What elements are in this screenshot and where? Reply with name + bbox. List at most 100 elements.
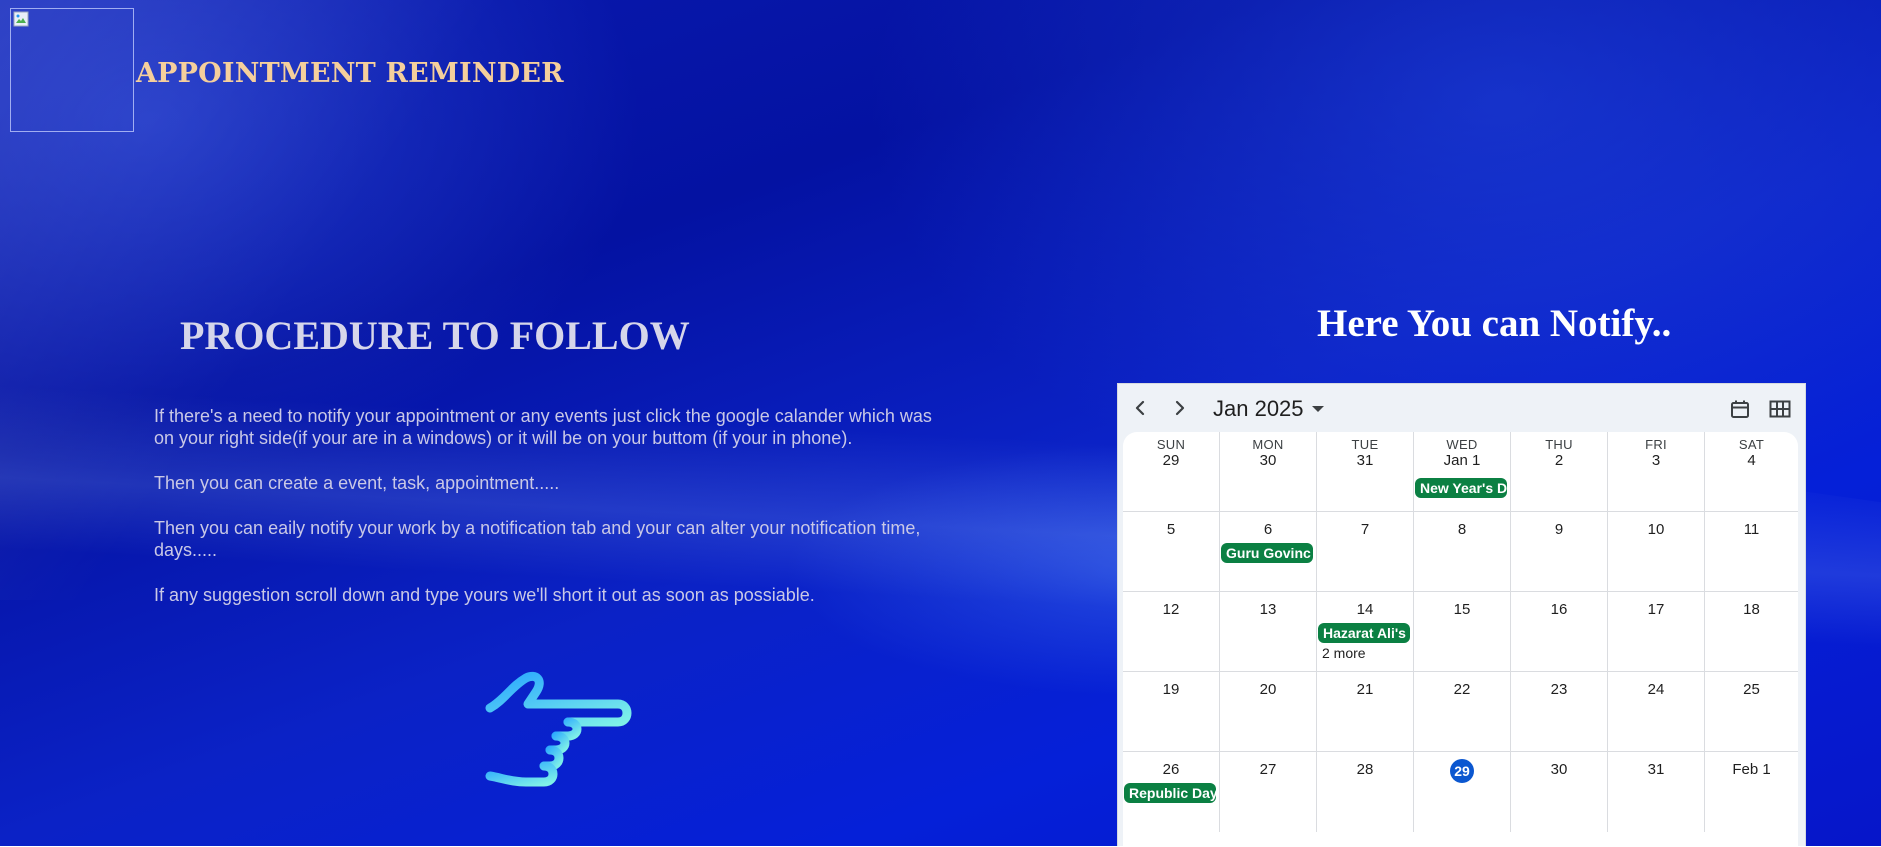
weekday-label: MON bbox=[1252, 437, 1284, 452]
procedure-paragraph: If any suggestion scroll down and type y… bbox=[154, 585, 815, 605]
chevron-left-icon bbox=[1135, 400, 1145, 416]
calendar-day-cell[interactable]: 16 bbox=[1511, 592, 1608, 671]
calendar-day-cell[interactable]: FRI 3 bbox=[1608, 432, 1705, 511]
day-number: 29 bbox=[1162, 452, 1180, 469]
calendar-week-row: 19 20 21 22 23 24 25 bbox=[1123, 672, 1798, 752]
calendar-day-cell[interactable]: 13 bbox=[1220, 592, 1317, 671]
event-chip-new-years-day[interactable]: New Year's D bbox=[1415, 478, 1507, 498]
calendar-day-cell[interactable]: 7 bbox=[1317, 512, 1414, 591]
day-number: 30 bbox=[1259, 452, 1277, 469]
event-chip-republic-day[interactable]: Republic Day bbox=[1124, 783, 1216, 803]
day-number: 17 bbox=[1647, 601, 1665, 618]
calendar-day-cell[interactable]: 19 bbox=[1123, 672, 1220, 751]
day-number: 21 bbox=[1356, 681, 1374, 698]
event-chip-guru-govind[interactable]: Guru Govinc bbox=[1221, 543, 1313, 563]
day-number: 20 bbox=[1259, 681, 1277, 698]
day-number: 2 bbox=[1554, 452, 1564, 469]
broken-image-icon bbox=[13, 11, 29, 27]
procedure-text: If there's a need to notify your appoint… bbox=[154, 405, 934, 629]
day-number: 16 bbox=[1550, 601, 1568, 618]
calendar-day-cell[interactable]: 21 bbox=[1317, 672, 1414, 751]
day-number: 14 bbox=[1356, 601, 1374, 618]
month-selector[interactable]: Jan 2025 bbox=[1213, 396, 1324, 422]
next-month-button[interactable] bbox=[1166, 396, 1194, 420]
day-number: 13 bbox=[1259, 601, 1277, 618]
procedure-paragraph: Then you can eaily notify your work by a… bbox=[154, 518, 921, 560]
day-number: 24 bbox=[1647, 681, 1665, 698]
day-number: 7 bbox=[1360, 521, 1370, 538]
page: APPOINTMENT REMINDER PROCEDURE TO FOLLOW… bbox=[0, 0, 1881, 847]
month-label: Jan 2025 bbox=[1213, 396, 1304, 421]
calendar-day-cell[interactable]: 8 bbox=[1414, 512, 1511, 591]
month-view-button[interactable] bbox=[1726, 396, 1754, 422]
day-number: 31 bbox=[1647, 761, 1665, 778]
calendar-week-row: 5 6 Guru Govinc 7 8 9 10 11 bbox=[1123, 512, 1798, 592]
calendar-day-cell[interactable]: 27 bbox=[1220, 752, 1317, 832]
day-number: 22 bbox=[1453, 681, 1471, 698]
pointing-hand-icon bbox=[485, 671, 632, 787]
calendar-day-cell[interactable]: 12 bbox=[1123, 592, 1220, 671]
calendar-day-cell[interactable]: SUN 29 bbox=[1123, 432, 1220, 511]
calendar-day-cell[interactable]: 9 bbox=[1511, 512, 1608, 591]
calendar-day-cell[interactable]: SAT 4 bbox=[1705, 432, 1798, 511]
calendar-day-cell[interactable]: Feb 1 bbox=[1705, 752, 1798, 832]
calendar-day-cell[interactable]: 24 bbox=[1608, 672, 1705, 751]
day-number: 31 bbox=[1356, 452, 1374, 469]
calendar-day-cell[interactable]: WED Jan 1 New Year's D bbox=[1414, 432, 1511, 511]
calendar-icon bbox=[1731, 400, 1749, 418]
calendar-day-cell[interactable]: THU 2 bbox=[1511, 432, 1608, 511]
day-number: 10 bbox=[1647, 521, 1665, 538]
weekday-label: SUN bbox=[1156, 437, 1186, 452]
calendar-day-cell[interactable]: 31 bbox=[1608, 752, 1705, 832]
day-number: 4 bbox=[1747, 452, 1756, 469]
calendar-day-cell[interactable]: 28 bbox=[1317, 752, 1414, 832]
day-number: 27 bbox=[1259, 761, 1277, 778]
notify-title: Here You can Notify.. bbox=[1317, 302, 1672, 345]
calendar-day-cell[interactable]: 18 bbox=[1705, 592, 1798, 671]
calendar-month-grid: SUN 29 MON 30 TUE 31 WED Jan 1 New Year'… bbox=[1123, 432, 1798, 846]
calendar-day-cell[interactable]: 23 bbox=[1511, 672, 1608, 751]
calendar-day-cell[interactable]: MON 30 bbox=[1220, 432, 1317, 511]
google-calendar-embed[interactable]: Jan 2025 SUN 29 MON 30 TUE 31 WED Jan 1 … bbox=[1117, 383, 1806, 847]
weekday-label: SAT bbox=[1738, 437, 1765, 452]
day-number: 5 bbox=[1166, 521, 1176, 538]
calendar-day-cell[interactable]: 14 Hazarat Ali's 2 more bbox=[1317, 592, 1414, 671]
calendar-day-cell[interactable]: 26 Republic Day bbox=[1123, 752, 1220, 832]
calendar-day-cell[interactable]: 11 bbox=[1705, 512, 1798, 591]
procedure-paragraph: Then you can create a event, task, appoi… bbox=[154, 473, 560, 493]
weekday-label: WED bbox=[1446, 437, 1478, 452]
caret-down-icon bbox=[1311, 406, 1324, 412]
procedure-title: PROCEDURE TO FOLLOW bbox=[180, 313, 690, 358]
day-number: 25 bbox=[1743, 681, 1760, 698]
day-number: 28 bbox=[1356, 761, 1374, 778]
calendar-day-cell[interactable]: TUE 31 bbox=[1317, 432, 1414, 511]
procedure-paragraph: If there's a need to notify your appoint… bbox=[154, 406, 932, 448]
chevron-right-icon bbox=[1175, 400, 1185, 416]
calendar-day-cell[interactable]: 30 bbox=[1511, 752, 1608, 832]
grid-icon bbox=[1769, 400, 1791, 418]
app-title: APPOINTMENT REMINDER bbox=[136, 58, 564, 89]
previous-month-button[interactable] bbox=[1126, 396, 1154, 420]
day-number: 8 bbox=[1457, 521, 1467, 538]
weekday-label: FRI bbox=[1645, 437, 1667, 452]
calendar-day-cell[interactable]: 5 bbox=[1123, 512, 1220, 591]
calendar-day-cell[interactable]: 25 bbox=[1705, 672, 1798, 751]
weekday-label: TUE bbox=[1351, 437, 1379, 452]
more-events-link[interactable]: 2 more bbox=[1322, 645, 1366, 661]
calendar-day-cell[interactable]: 22 bbox=[1414, 672, 1511, 751]
calendar-week-row: SUN 29 MON 30 TUE 31 WED Jan 1 New Year'… bbox=[1123, 432, 1798, 512]
calendar-day-cell[interactable]: 20 bbox=[1220, 672, 1317, 751]
event-chip-hazarat-ali[interactable]: Hazarat Ali's bbox=[1318, 623, 1410, 643]
day-number: 6 bbox=[1263, 521, 1273, 538]
calendar-day-cell[interactable]: 15 bbox=[1414, 592, 1511, 671]
weekday-label: THU bbox=[1545, 437, 1573, 452]
calendar-day-cell[interactable]: 10 bbox=[1608, 512, 1705, 591]
calendar-day-cell[interactable]: 6 Guru Govinc bbox=[1220, 512, 1317, 591]
calendar-day-cell[interactable]: 17 bbox=[1608, 592, 1705, 671]
day-number: 26 bbox=[1162, 761, 1180, 778]
calendar-day-cell-today[interactable]: 29 bbox=[1414, 752, 1511, 832]
day-number: 19 bbox=[1162, 681, 1180, 698]
day-number: 18 bbox=[1743, 601, 1760, 618]
grid-view-button[interactable] bbox=[1766, 396, 1794, 422]
day-number: 9 bbox=[1554, 521, 1564, 538]
